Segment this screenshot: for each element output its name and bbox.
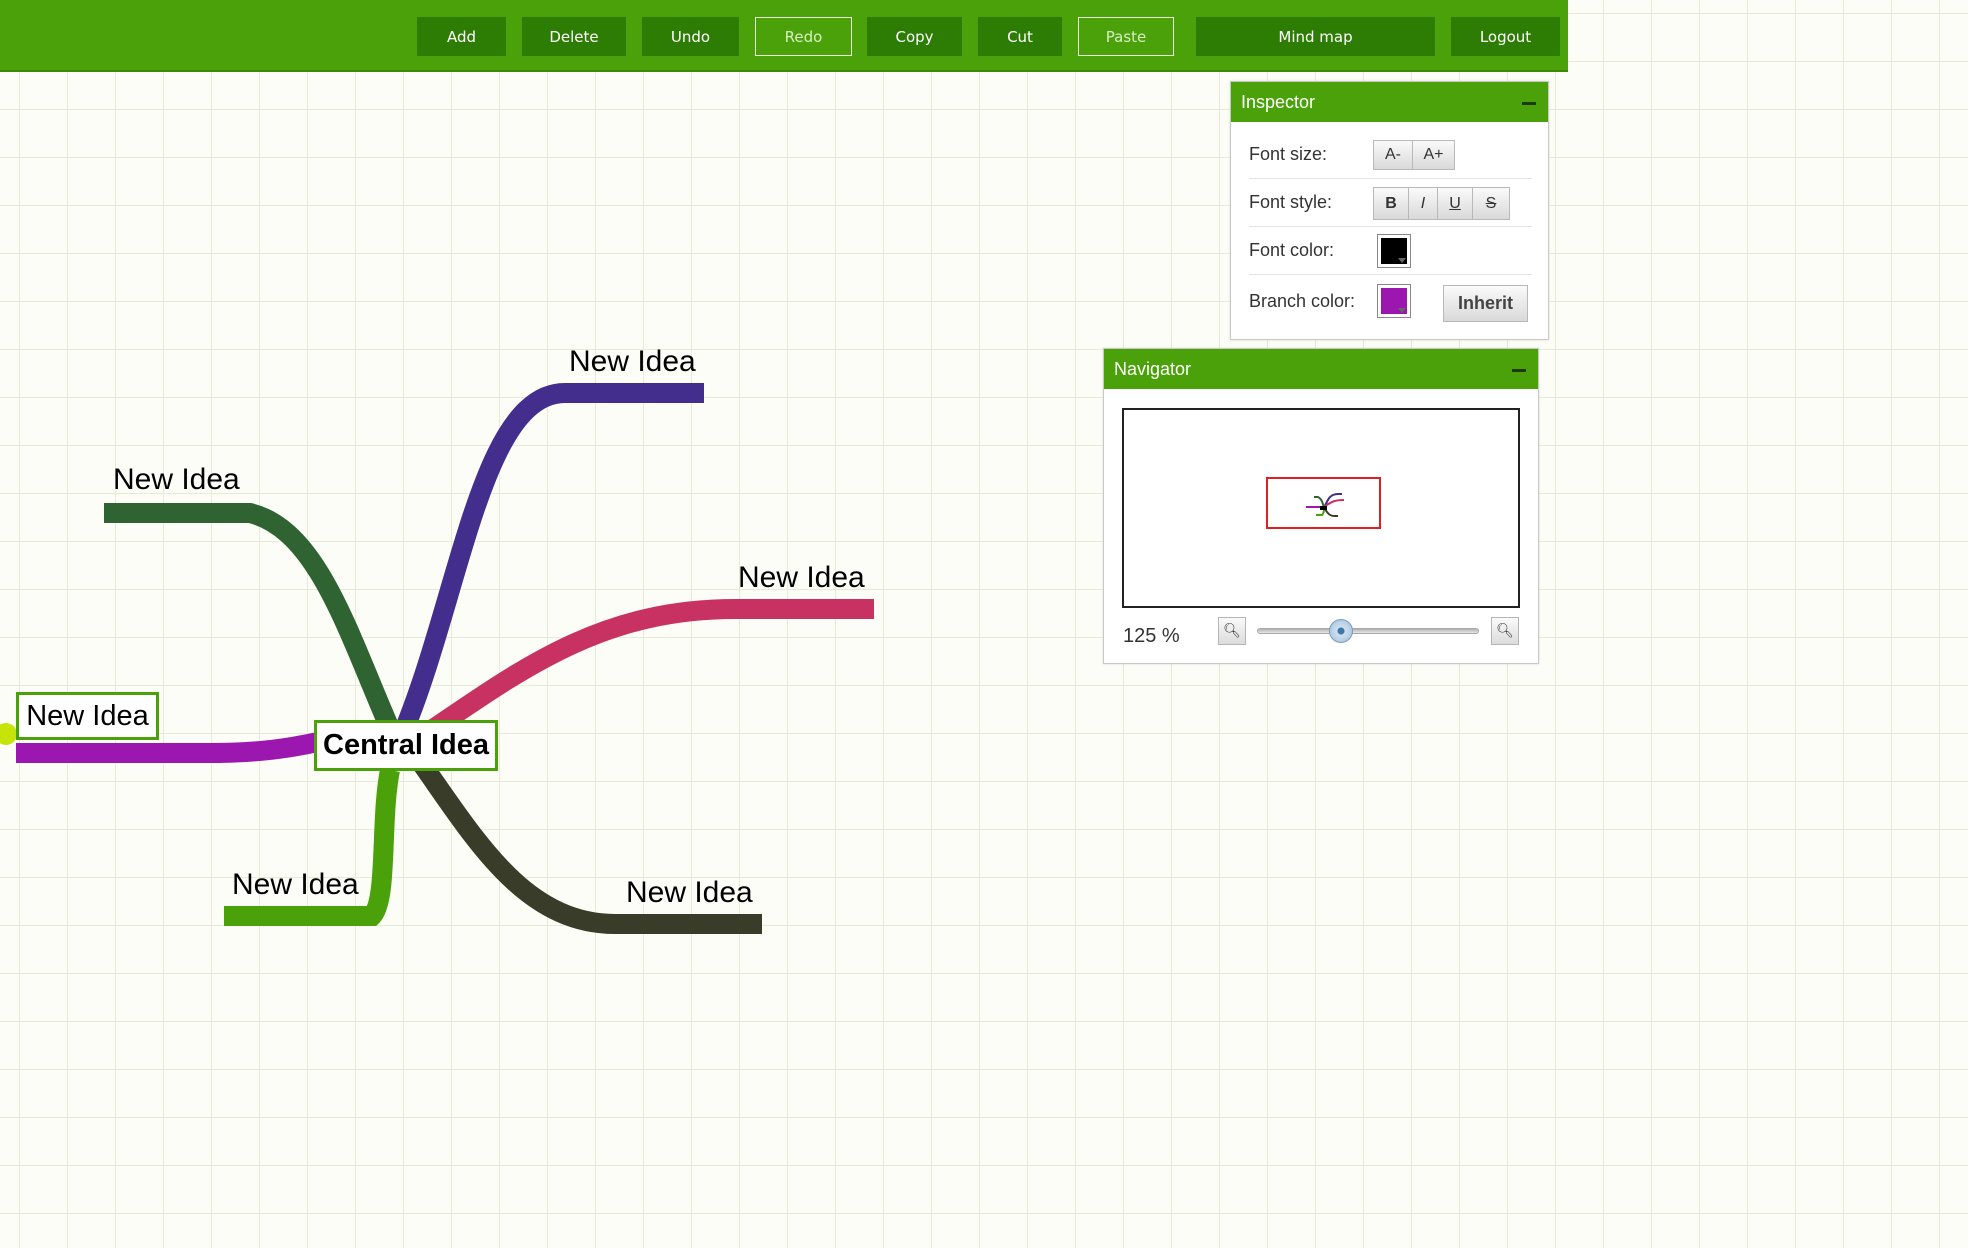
navigator-overview[interactable] [1122, 408, 1520, 608]
branch-color-row: Branch color: Inherit [1249, 274, 1532, 334]
zoom-out-button[interactable]: 🔍︎ [1218, 617, 1246, 645]
node-new-idea[interactable]: New Idea [113, 465, 240, 495]
node-new-idea[interactable]: New Idea [232, 870, 359, 900]
inherit-button[interactable]: Inherit [1443, 285, 1528, 322]
zoom-out-icon: 🔍︎ [1223, 623, 1241, 639]
node-new-idea[interactable]: New Idea [738, 563, 865, 593]
font-color-row: Font color: [1249, 226, 1532, 275]
drag-handle[interactable] [0, 723, 17, 745]
font-color-picker[interactable] [1377, 234, 1411, 268]
font-size-row: Font size: A- A+ [1249, 130, 1532, 179]
mini-map-thumbnail [1306, 493, 1345, 517]
inspector-panel: Inspector Font size: A- A+ Font style: B… [1230, 81, 1549, 340]
font-style-row: Font style: B I U S [1249, 178, 1532, 227]
inspector-title: Inspector [1241, 91, 1316, 112]
node-new-idea[interactable]: New Idea [569, 347, 696, 377]
inspector-header: Inspector [1231, 82, 1548, 122]
dropdown-arrow-icon [1398, 258, 1406, 263]
zoom-slider-thumb[interactable] [1329, 619, 1354, 643]
navigator-panel: Navigator 125 % 🔍︎ 🔍︎ [1103, 348, 1539, 664]
zoom-level-label: 125 % [1123, 625, 1180, 647]
font-size-decrease-button[interactable]: A- [1373, 140, 1413, 170]
font-color-label: Font color: [1249, 240, 1335, 260]
branch-line[interactable] [390, 383, 704, 744]
zoom-slider-track[interactable] [1257, 619, 1479, 643]
minimize-icon[interactable] [1522, 101, 1536, 105]
minimize-icon[interactable] [1512, 368, 1526, 372]
branch-color-label: Branch color: [1249, 291, 1356, 311]
zoom-in-button[interactable]: 🔍︎ [1491, 617, 1519, 645]
node-new-idea[interactable]: New Idea [626, 878, 753, 908]
navigator-title: Navigator [1114, 358, 1192, 379]
underline-button[interactable]: U [1437, 187, 1473, 220]
zoom-in-icon: 🔍︎ [1496, 623, 1514, 639]
central-idea-node[interactable]: Central Idea [314, 720, 498, 771]
navigator-viewport-rect[interactable] [1266, 477, 1381, 529]
dropdown-arrow-icon [1398, 308, 1406, 313]
branch-color-picker[interactable] [1377, 284, 1411, 318]
italic-button[interactable]: I [1408, 187, 1438, 220]
branch-line[interactable] [414, 599, 874, 747]
font-size-increase-button[interactable]: A+ [1412, 140, 1455, 170]
node-new-idea-selected[interactable]: New Idea [16, 692, 159, 740]
navigator-header: Navigator [1104, 349, 1538, 389]
node-label: New Idea [26, 699, 149, 732]
branch-color-swatch [1381, 288, 1407, 314]
font-style-label: Font style: [1249, 192, 1333, 212]
branch-line[interactable] [16, 732, 321, 763]
strikethrough-button[interactable]: S [1472, 187, 1510, 220]
node-label: Central Idea [323, 729, 489, 761]
font-color-swatch [1381, 238, 1407, 264]
bold-button[interactable]: B [1373, 187, 1409, 220]
font-size-label: Font size: [1249, 144, 1328, 164]
